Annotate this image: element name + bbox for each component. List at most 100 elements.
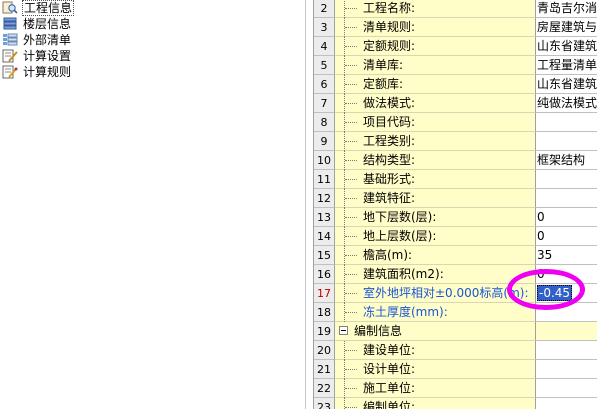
property-value-cell[interactable]: 青岛吉尔消	[536, 0, 597, 18]
property-name-cell[interactable]: 项目代码:	[335, 113, 536, 132]
table-row[interactable]: 18 冻土厚度(mm):	[314, 303, 597, 322]
table-row[interactable]: 9 工程类别:	[314, 132, 597, 151]
property-value-cell-editing[interactable]: -0.45	[536, 284, 597, 303]
property-value-cell[interactable]: 山东省建筑	[536, 37, 597, 56]
property-value-cell[interactable]: 房屋建筑与	[536, 18, 597, 37]
property-label: 建设单位:	[363, 343, 416, 357]
property-value-cell[interactable]	[536, 341, 597, 360]
nav-item-calc-rules[interactable]: 计算规则	[2, 64, 72, 80]
property-name-cell[interactable]: 基础形式:	[335, 170, 536, 189]
property-value-cell[interactable]	[536, 398, 597, 409]
row-number: 9	[314, 132, 335, 151]
property-label: 檐高(m):	[363, 248, 413, 262]
property-label: 做法模式:	[363, 96, 416, 110]
property-label: 室外地坪相对±0.000标高(m):	[363, 286, 529, 300]
selected-value-text[interactable]: -0.45	[537, 285, 573, 301]
nav-item-label: 计算设置	[23, 49, 72, 63]
table-row[interactable]: 5 清单库: 工程量清单	[314, 56, 597, 75]
property-name-cell[interactable]: 冻土厚度(mm):	[335, 303, 536, 322]
property-value-cell[interactable]	[536, 189, 597, 208]
table-row[interactable]: 13 地下层数(层): 0	[314, 208, 597, 227]
property-name-cell[interactable]: 工程类别:	[335, 132, 536, 151]
row-number: 20	[314, 341, 335, 360]
nav-item-floor-info[interactable]: 楼层信息	[2, 16, 72, 32]
property-label: 建筑特征:	[363, 191, 416, 205]
row-number: 2	[314, 0, 335, 18]
magnifier-document-icon	[2, 1, 18, 15]
property-value-cell[interactable]: 工程量清单	[536, 56, 597, 75]
property-name-cell[interactable]: 建设单位:	[335, 341, 536, 360]
nav-item-calc-settings[interactable]: 计算设置	[2, 48, 72, 64]
nav-item-external-list[interactable]: 外部清单	[2, 32, 72, 48]
property-name-cell[interactable]: 清单规则:	[335, 18, 536, 37]
table-row[interactable]: 12 建筑特征:	[314, 189, 597, 208]
property-value-cell[interactable]	[536, 379, 597, 398]
table-row[interactable]: 2 工程名称: 青岛吉尔消	[314, 0, 597, 18]
property-value-cell[interactable]	[536, 132, 597, 151]
collapse-icon[interactable]	[339, 326, 348, 335]
property-name-cell[interactable]: 檐高(m):	[335, 246, 536, 265]
table-row[interactable]: 4 定额规则: 山东省建筑	[314, 37, 597, 56]
property-name-cell[interactable]: 编制单位:	[335, 398, 536, 409]
property-name-cell[interactable]: 地上层数(层):	[335, 227, 536, 246]
row-number: 22	[314, 379, 335, 398]
row-number: 6	[314, 75, 335, 94]
property-label: 施工单位:	[363, 381, 416, 395]
property-name-cell[interactable]: 施工单位:	[335, 379, 536, 398]
property-label: 地下层数(层):	[363, 210, 437, 224]
table-row-current[interactable]: 17 室外地坪相对±0.000标高(m): -0.45	[314, 284, 597, 303]
group-header-cell[interactable]: 编制信息	[335, 322, 536, 341]
table-row[interactable]: 22 施工单位:	[314, 379, 597, 398]
property-label: 基础形式:	[363, 172, 416, 186]
property-name-cell[interactable]: 清单库:	[335, 56, 536, 75]
table-row[interactable]: 16 建筑面积(m2): 0	[314, 265, 597, 284]
property-label: 清单库:	[363, 58, 404, 72]
table-row[interactable]: 15 檐高(m): 35	[314, 246, 597, 265]
table-row[interactable]: 6 定额库: 山东省建筑	[314, 75, 597, 94]
property-value-cell[interactable]: 0	[536, 208, 597, 227]
row-number: 5	[314, 56, 335, 75]
property-value-cell[interactable]: 0	[536, 227, 597, 246]
property-value-cell[interactable]	[536, 360, 597, 379]
property-value-cell[interactable]	[536, 170, 597, 189]
property-value-cell[interactable]: 纯做法模式	[536, 94, 597, 113]
table-row[interactable]: 7 做法模式: 纯做法模式	[314, 94, 597, 113]
property-value-cell[interactable]: 35	[536, 246, 597, 265]
property-name-cell[interactable]: 室外地坪相对±0.000标高(m):	[335, 284, 536, 303]
navigation-tree: 工程信息 楼层信息 外部清单 计算设置 计算规则	[0, 0, 306, 409]
property-value-cell[interactable]	[536, 303, 597, 322]
table-row[interactable]: 14 地上层数(层): 0	[314, 227, 597, 246]
property-name-cell[interactable]: 设计单位:	[335, 360, 536, 379]
property-label: 地上层数(层):	[363, 229, 437, 243]
nav-item-project-info[interactable]: 工程信息	[2, 0, 75, 16]
property-name-cell[interactable]: 工程名称:	[335, 0, 536, 18]
property-label: 结构类型:	[363, 153, 416, 167]
calc-settings-icon	[2, 49, 18, 63]
table-row[interactable]: 3 清单规则: 房屋建筑与	[314, 18, 597, 37]
table-row[interactable]: 20 建设单位:	[314, 341, 597, 360]
table-row[interactable]: 11 基础形式:	[314, 170, 597, 189]
row-number: 8	[314, 113, 335, 132]
nav-item-label: 工程信息	[22, 0, 75, 16]
property-name-cell[interactable]: 做法模式:	[335, 94, 536, 113]
property-name-cell[interactable]: 建筑面积(m2):	[335, 265, 536, 284]
row-number: 21	[314, 360, 335, 379]
table-row[interactable]: 21 设计单位:	[314, 360, 597, 379]
property-value-cell[interactable]	[536, 113, 597, 132]
property-value-cell[interactable]: 山东省建筑	[536, 75, 597, 94]
property-value-cell[interactable]: 框架结构	[536, 151, 597, 170]
property-name-cell[interactable]: 地下层数(层):	[335, 208, 536, 227]
property-name-cell[interactable]: 定额规则:	[335, 37, 536, 56]
table-row[interactable]: 10 结构类型: 框架结构	[314, 151, 597, 170]
row-number: 12	[314, 189, 335, 208]
property-label: 定额规则:	[363, 39, 416, 53]
property-name-cell[interactable]: 结构类型:	[335, 151, 536, 170]
property-name-cell[interactable]: 定额库:	[335, 75, 536, 94]
group-row-compile-info[interactable]: 19 编制信息	[314, 322, 597, 341]
property-value-cell[interactable]: 0	[536, 265, 597, 284]
table-row[interactable]: 8 项目代码:	[314, 113, 597, 132]
property-label: 项目代码:	[363, 115, 416, 129]
property-name-cell[interactable]: 建筑特征:	[335, 189, 536, 208]
table-row[interactable]: 23 编制单位:	[314, 398, 597, 409]
calc-rules-icon	[2, 65, 18, 79]
